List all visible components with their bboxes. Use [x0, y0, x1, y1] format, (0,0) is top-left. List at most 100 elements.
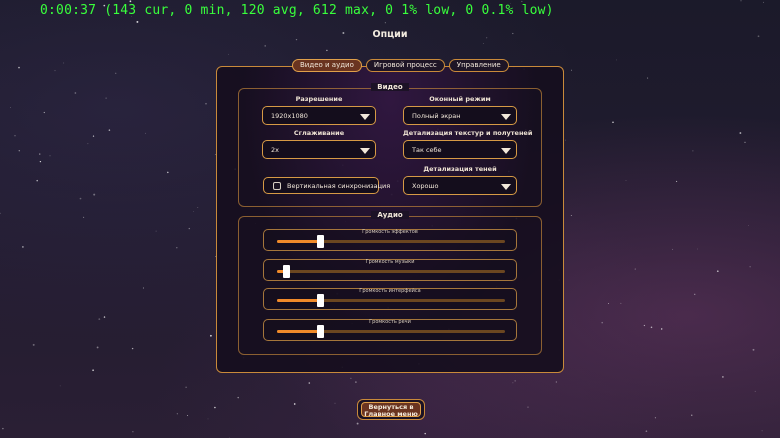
chevron-down-icon	[360, 148, 370, 154]
antialiasing-select[interactable]: 2x	[262, 140, 376, 159]
star	[676, 180, 678, 182]
tab-gameplay[interactable]: Игровой процесс	[365, 59, 445, 72]
star	[616, 59, 618, 61]
shadow-detail-select[interactable]: Хорошо	[403, 176, 517, 195]
star	[739, 132, 742, 134]
slider-thumb[interactable]	[317, 325, 325, 338]
star	[237, 396, 239, 399]
video-group-title: Видео	[371, 83, 409, 91]
vsync-toggle[interactable]: Вертикальная синхронизация	[263, 177, 390, 194]
star	[155, 230, 157, 232]
star	[691, 414, 693, 416]
star	[185, 386, 187, 388]
star	[625, 180, 627, 181]
antialiasing-label: Сглаживание	[293, 129, 345, 137]
texture-detail-label: Детализация текстур и полутеней	[403, 129, 533, 137]
resolution-select[interactable]: 1920x1080	[262, 106, 376, 125]
star	[754, 390, 756, 392]
star	[2, 427, 4, 430]
star	[350, 377, 352, 380]
star	[763, 1, 764, 3]
interface-volume-slider[interactable]: Громкость интерфейса	[263, 288, 517, 310]
star	[672, 248, 674, 250]
slider-track[interactable]	[277, 294, 505, 307]
star	[356, 422, 359, 425]
star	[228, 53, 229, 55]
star	[264, 45, 266, 47]
effects-volume-slider[interactable]: Громкость эффектов	[263, 229, 517, 251]
star	[136, 20, 139, 23]
slider-fill	[277, 240, 321, 243]
star	[108, 129, 111, 131]
star	[93, 193, 96, 196]
star	[749, 266, 751, 268]
star	[83, 216, 85, 218]
music-volume-label: Громкость музыки	[365, 259, 415, 265]
music-volume-slider[interactable]: Громкость музыки	[263, 259, 517, 281]
star	[722, 376, 724, 378]
star	[565, 139, 566, 141]
star	[105, 97, 107, 99]
slider-thumb[interactable]	[283, 265, 291, 278]
star	[694, 293, 696, 295]
star	[142, 287, 144, 289]
star	[0, 212, 1, 215]
star	[92, 369, 94, 372]
star	[326, 49, 328, 52]
slider-track[interactable]	[277, 265, 505, 278]
star	[521, 0, 523, 2]
star	[761, 430, 763, 432]
star	[654, 417, 656, 419]
slider-track[interactable]	[277, 325, 505, 338]
star	[39, 153, 41, 155]
star	[205, 102, 207, 105]
star	[96, 346, 99, 349]
window-mode-value: Полный экран	[412, 112, 461, 120]
chevron-down-icon	[501, 114, 511, 120]
star	[59, 385, 61, 387]
star	[512, 382, 514, 384]
star	[571, 69, 572, 71]
star	[514, 380, 516, 382]
chevron-down-icon	[360, 114, 370, 120]
star	[115, 72, 117, 74]
antialiasing-value: 2x	[271, 146, 279, 154]
star	[54, 70, 56, 72]
speech-volume-label: Громкость речи	[369, 319, 411, 325]
shadow-detail-value: Хорошо	[412, 182, 439, 190]
tab-video-audio[interactable]: Видео и аудио	[292, 59, 362, 72]
star	[39, 160, 42, 163]
speech-volume-slider[interactable]: Громкость речи	[263, 319, 517, 341]
star	[79, 197, 82, 200]
star	[10, 107, 11, 108]
star	[643, 324, 646, 327]
star	[22, 246, 24, 248]
audio-group-title: Аудио	[371, 211, 409, 219]
window-mode-select[interactable]: Полный экран	[403, 106, 517, 125]
star	[63, 62, 65, 64]
slider-track[interactable]	[277, 235, 505, 248]
star	[129, 0, 132, 3]
interface-volume-label: Громкость интерфейса	[359, 288, 421, 294]
star	[14, 134, 16, 137]
star	[43, 111, 45, 114]
star	[197, 207, 199, 209]
star	[49, 155, 51, 157]
star	[601, 321, 603, 324]
star	[187, 415, 189, 416]
tab-controls[interactable]: Управление	[448, 59, 509, 72]
back-to-main-menu-button[interactable]: Вернуться в Главное меню	[357, 399, 425, 420]
star	[647, 77, 649, 79]
star	[293, 403, 296, 405]
effects-volume-label: Громкость эффектов	[362, 229, 418, 235]
slider-thumb[interactable]	[317, 294, 325, 307]
texture-detail-select[interactable]: Так себе	[403, 140, 517, 159]
resolution-value: 1920x1080	[271, 112, 308, 120]
star	[74, 92, 77, 94]
star	[527, 406, 529, 408]
texture-detail-value: Так себе	[412, 146, 442, 154]
slider-thumb[interactable]	[317, 235, 325, 248]
slider-fill	[277, 330, 321, 333]
star	[620, 302, 622, 304]
vsync-checkbox[interactable]	[273, 182, 281, 190]
